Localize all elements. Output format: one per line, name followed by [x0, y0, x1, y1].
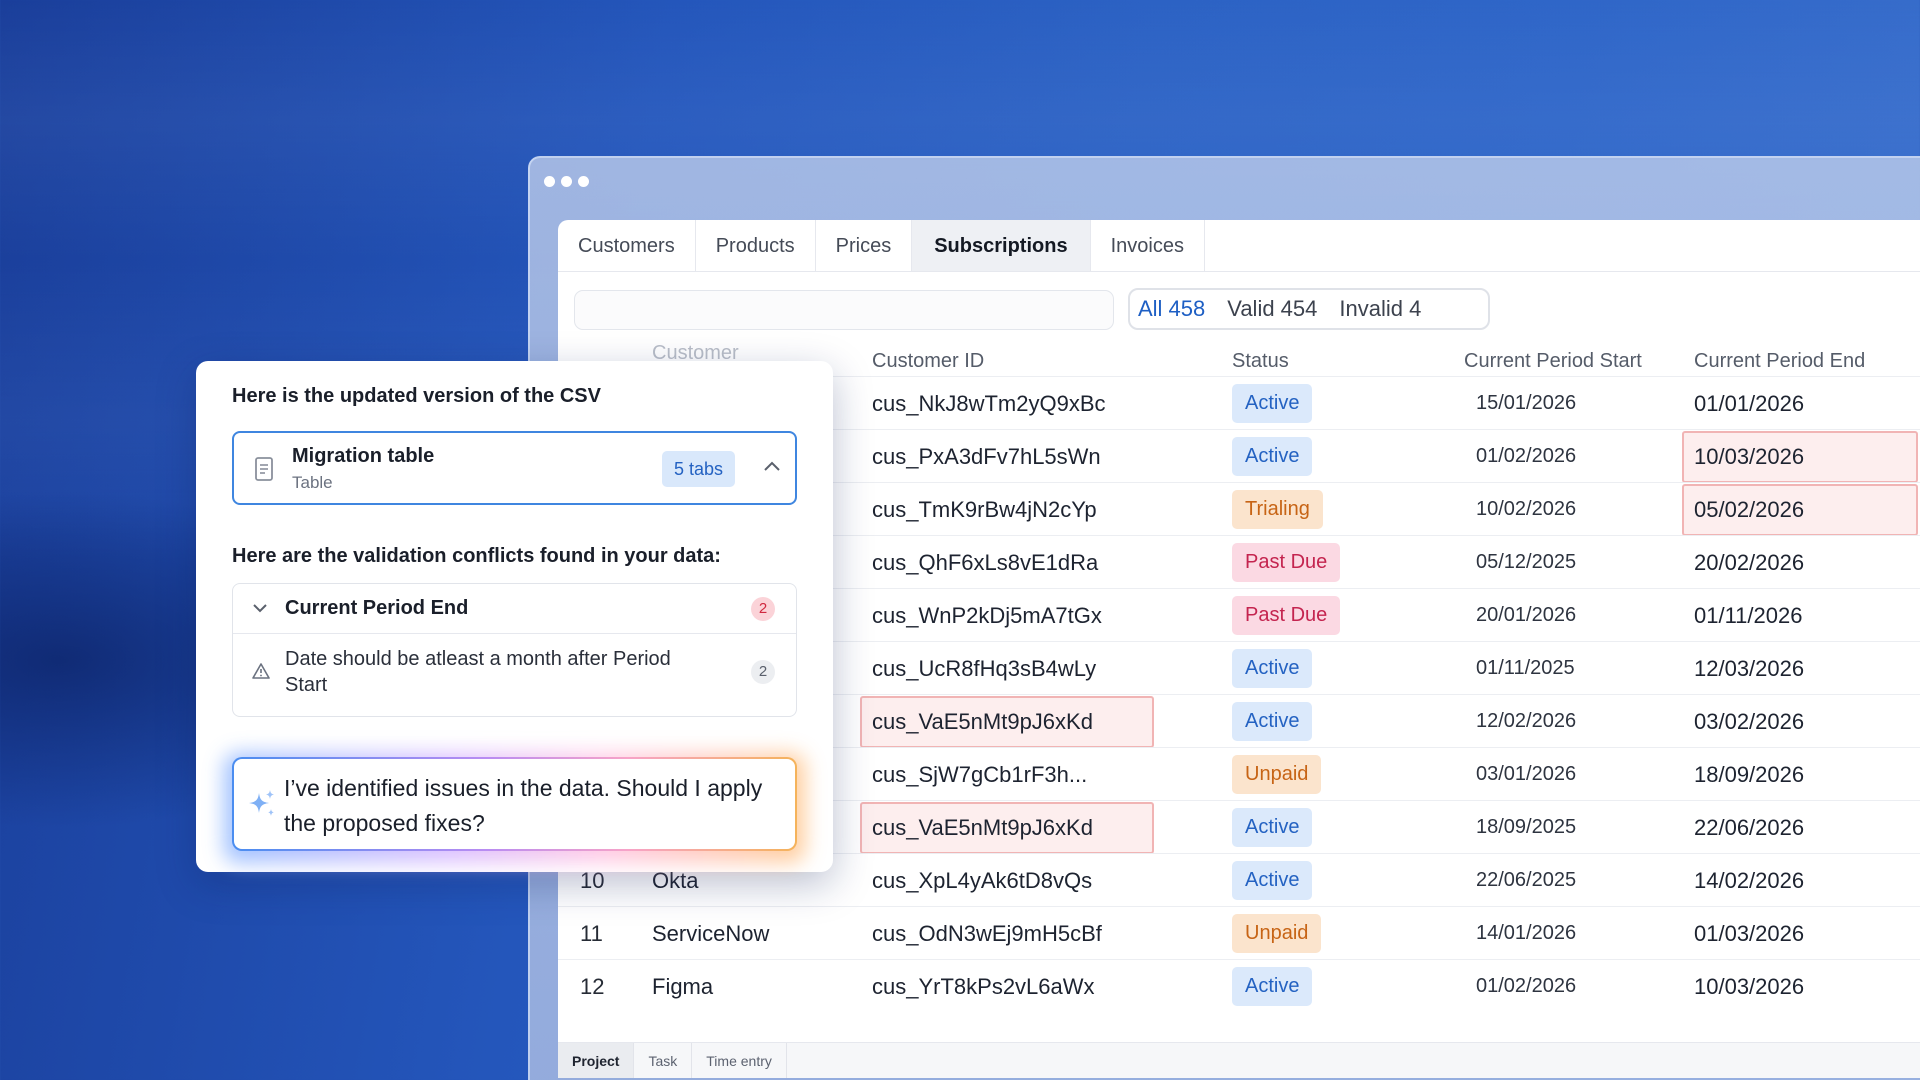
period-start[interactable]: 20/01/2026 [1476, 589, 1576, 642]
period-end[interactable]: 01/01/2026 [1694, 377, 1804, 430]
period-start[interactable]: 01/02/2026 [1476, 430, 1576, 483]
period-end[interactable]: 20/02/2026 [1694, 536, 1804, 589]
customer-id[interactable]: cus_TmK9rBw4jN2cYp [872, 483, 1097, 536]
customer-id[interactable]: cus_XpL4yAk6tD8vQs [872, 854, 1092, 907]
period-end[interactable]: 14/02/2026 [1694, 854, 1804, 907]
sparkle-icon [244, 787, 278, 826]
column-header-period-start[interactable]: Current Period Start [1464, 350, 1642, 373]
bottom-tab-project[interactable]: Project [558, 1043, 635, 1078]
row-number[interactable]: 12 [580, 960, 604, 1013]
status-badge: Active [1232, 808, 1313, 847]
period-end[interactable]: 05/02/2026 [1694, 483, 1804, 536]
tab-products[interactable]: Products [696, 220, 816, 271]
period-start[interactable]: 18/09/2025 [1476, 801, 1576, 854]
customer-name[interactable]: Figma [652, 960, 713, 1013]
assistant-title: Here is the updated version of the CSV [232, 385, 601, 407]
table-row[interactable]: 11 ServiceNow cus_OdN3wEj9mH5cBf 14/01/2026… [558, 906, 1920, 959]
period-start[interactable]: 22/06/2025 [1476, 854, 1576, 907]
conflict-field: Current Period End [285, 597, 469, 619]
customer-id[interactable]: cus_YrT8kPs2vL6aWx [872, 960, 1095, 1013]
period-start[interactable]: 03/01/2026 [1476, 748, 1576, 801]
conflict-header[interactable]: Current Period End 2 [233, 584, 796, 634]
search-input[interactable] [574, 290, 1114, 330]
chevron-down-icon[interactable] [251, 601, 269, 620]
migration-table-card[interactable]: Migration table Table 5 tabs [232, 431, 797, 505]
period-start[interactable]: 10/02/2026 [1476, 483, 1576, 536]
status-badge: Active [1232, 967, 1313, 1006]
column-header-period-end[interactable]: Current Period End [1694, 350, 1865, 373]
window-dot-icon[interactable] [578, 176, 589, 187]
status-badge: Active [1232, 702, 1313, 741]
customer-name[interactable]: ServiceNow [652, 907, 769, 960]
period-end[interactable]: 22/06/2026 [1694, 801, 1804, 854]
tab-invoices[interactable]: Invoices [1091, 220, 1205, 271]
column-header-status[interactable]: Status [1232, 350, 1289, 373]
period-start[interactable]: 05/12/2025 [1476, 536, 1576, 589]
window-controls[interactable] [544, 176, 589, 187]
status-badge: Past Due [1232, 543, 1341, 582]
status-badge: Unpaid [1232, 914, 1322, 953]
status-badge: Active [1232, 437, 1313, 476]
chevron-up-icon[interactable] [762, 459, 782, 478]
assistant-prompt-card[interactable]: I’ve identified issues in the data. Shou… [232, 757, 797, 851]
period-start[interactable]: 14/01/2026 [1476, 907, 1576, 960]
period-start[interactable]: 01/11/2025 [1476, 642, 1575, 695]
status-badge: Trialing [1232, 490, 1323, 529]
period-start[interactable]: 01/02/2026 [1476, 960, 1576, 1013]
period-end[interactable]: 01/03/2026 [1694, 907, 1804, 960]
status-badge: Active [1232, 861, 1313, 900]
conflicts-heading: Here are the validation conflicts found … [232, 545, 721, 567]
status-badge: Active [1232, 649, 1313, 688]
status-badge: Active [1232, 384, 1313, 423]
bottom-tab-time-entry[interactable]: Time entry [692, 1043, 787, 1078]
customer-id[interactable]: cus_VaE5nMt9pJ6xKd [872, 801, 1093, 854]
window-dot-icon[interactable] [544, 176, 555, 187]
filter-valid[interactable]: Valid 454 [1227, 296, 1317, 322]
status-badge: Past Due [1232, 596, 1341, 635]
status-badge: Unpaid [1232, 755, 1322, 794]
customer-id[interactable]: cus_SjW7gCb1rF3h... [872, 748, 1087, 801]
assistant-prompt-text: I’ve identified issues in the data. Shou… [284, 775, 763, 836]
conflict-count-badge: 2 [751, 597, 775, 621]
customer-id[interactable]: cus_VaE5nMt9pJ6xKd [872, 695, 1093, 748]
period-end[interactable]: 10/03/2026 [1694, 960, 1804, 1013]
filter-invalid[interactable]: Invalid 4 [1339, 296, 1421, 322]
sheet-tabs: Customers Products Prices Subscriptions … [558, 220, 1920, 272]
tab-prices[interactable]: Prices [816, 220, 913, 271]
message-count-badge: 2 [751, 660, 775, 684]
customer-id[interactable]: cus_UcR8fHq3sB4wLy [872, 642, 1096, 695]
tab-customers[interactable]: Customers [558, 220, 696, 271]
attachment-title: Migration table [292, 445, 435, 467]
attachment-subtitle: Table [292, 473, 333, 492]
period-end[interactable]: 18/09/2026 [1694, 748, 1804, 801]
filter-all[interactable]: All 458 [1138, 296, 1205, 322]
customer-id[interactable]: cus_PxA3dFv7hL5sWn [872, 430, 1101, 483]
period-end[interactable]: 03/02/2026 [1694, 695, 1804, 748]
period-end[interactable]: 12/03/2026 [1694, 642, 1804, 695]
customer-id[interactable]: cus_QhF6xLs8vE1dRa [872, 536, 1098, 589]
assistant-panel: Here is the updated version of the CSV M… [196, 361, 833, 872]
bottom-tab-task[interactable]: Task [634, 1043, 693, 1078]
window-dot-icon[interactable] [561, 176, 572, 187]
conflict-card: Current Period End 2 Date should be atle… [232, 583, 797, 717]
warning-icon [251, 662, 271, 685]
period-end[interactable]: 01/11/2026 [1694, 589, 1802, 642]
tab-subscriptions[interactable]: Subscriptions [912, 220, 1091, 271]
customer-id[interactable]: cus_WnP2kDj5mA7tGx [872, 589, 1102, 642]
document-icon [254, 457, 274, 486]
customer-id[interactable]: cus_NkJ8wTm2yQ9xBc [872, 377, 1106, 430]
conflict-message: Date should be atleast a month after Per… [285, 648, 671, 696]
period-start[interactable]: 12/02/2026 [1476, 695, 1576, 748]
table-row[interactable]: 12 Figma cus_YrT8kPs2vL6aWx 01/02/2026 10/03… [558, 959, 1920, 1012]
tabs-count-badge: 5 tabs [662, 451, 736, 487]
row-number[interactable]: 11 [580, 907, 603, 960]
period-start[interactable]: 15/01/2026 [1476, 377, 1576, 430]
filter-group: All 458 Valid 454 Invalid 4 [1128, 288, 1490, 330]
period-end[interactable]: 10/03/2026 [1694, 430, 1804, 483]
bottom-sheet-tabs: Project Task Time entry [558, 1042, 1920, 1078]
column-header-customer-id[interactable]: Customer ID [872, 350, 984, 373]
customer-id[interactable]: cus_OdN3wEj9mH5cBf [872, 907, 1102, 960]
